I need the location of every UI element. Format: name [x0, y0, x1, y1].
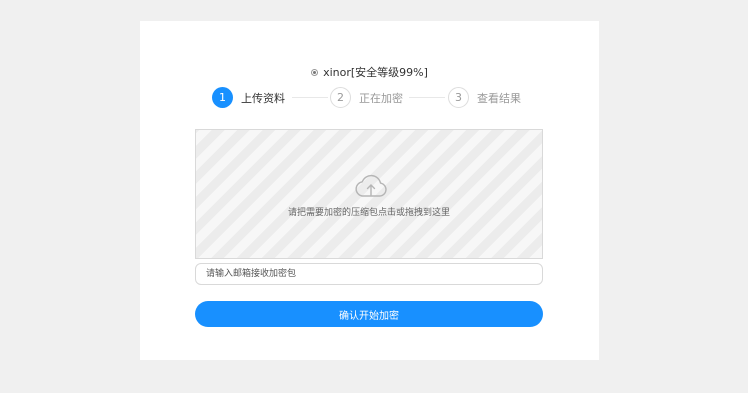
step-number: 3 — [448, 87, 469, 108]
step-results: 3 查看结果 — [448, 87, 521, 108]
confirm-encrypt-button[interactable]: 确认开始加密 — [195, 301, 543, 327]
file-upload-dropzone[interactable]: 请把需要加密的压缩包点击或拖拽到这里 — [195, 129, 543, 259]
step-number: 2 — [330, 87, 351, 108]
step-label: 正在加密 — [359, 91, 403, 105]
algorithm-radio[interactable] — [311, 68, 319, 76]
algorithm-label: xinor[安全等级99%] — [323, 66, 428, 79]
step-encrypting: 2 正在加密 — [330, 87, 403, 108]
encrypt-card: xinor[安全等级99%] 1 上传资料 2 正在加密 3 查看结果 请把需要… — [140, 21, 599, 360]
cloud-upload-icon — [355, 174, 387, 197]
upload-hint: 请把需要加密的压缩包点击或拖拽到这里 — [287, 208, 450, 218]
step-connector — [292, 97, 328, 98]
algorithm-option[interactable]: xinor[安全等级99%] — [140, 64, 599, 80]
step-label: 查看结果 — [477, 91, 521, 105]
email-input[interactable] — [195, 263, 543, 285]
step-upload: 1 上传资料 — [212, 87, 285, 108]
step-number: 1 — [212, 87, 233, 108]
step-connector — [409, 97, 445, 98]
step-label: 上传资料 — [241, 91, 285, 105]
